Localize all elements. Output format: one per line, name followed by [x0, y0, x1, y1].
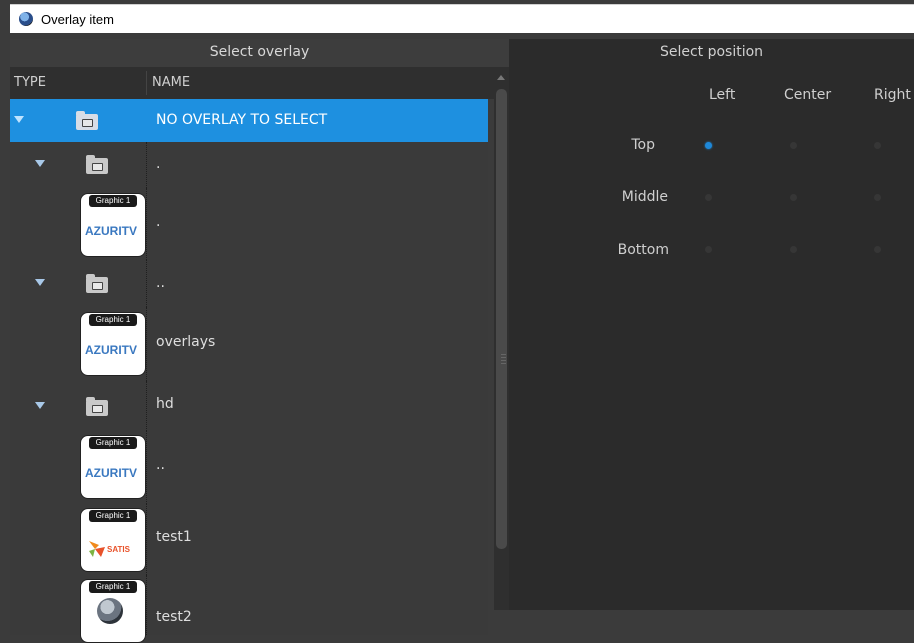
- title-bar-inner: Overlay item: [10, 4, 914, 33]
- graphic-badge: Graphic 1: [89, 195, 137, 207]
- graphic-thumbnail: Graphic 1 AZURITV: [80, 312, 146, 376]
- type-cell: [10, 142, 147, 188]
- position-bottom-left-radio[interactable]: [705, 246, 712, 253]
- type-cell: Graphic 1 AZURITV: [10, 188, 147, 260]
- graphic-thumbnail: Graphic 1 SATIS: [80, 508, 146, 572]
- title-bar: Overlay item: [0, 0, 914, 33]
- item-name: hd: [156, 396, 174, 412]
- type-cell: [10, 99, 146, 142]
- azuritv-logo: AZURITV: [85, 343, 137, 357]
- vertical-scrollbar[interactable]: [494, 67, 509, 610]
- expand-arrow-icon[interactable]: [35, 402, 45, 409]
- list-item[interactable]: Graphic 1 test2: [10, 575, 488, 643]
- type-cell: Graphic 1: [10, 575, 147, 643]
- row-bottom-label: Bottom: [617, 242, 669, 258]
- folder-icon: [86, 155, 108, 174]
- item-name: ..: [156, 275, 165, 291]
- item-name: NO OVERLAY TO SELECT: [156, 112, 328, 128]
- item-name: test1: [156, 529, 192, 545]
- scroll-up-icon[interactable]: [497, 75, 505, 80]
- expand-arrow-icon[interactable]: [35, 160, 45, 167]
- azuritv-logo: AZURITV: [85, 466, 137, 480]
- position-panel-header: Select position: [659, 44, 764, 60]
- column-type-header[interactable]: TYPE: [14, 75, 46, 90]
- satis-logo: SATIS: [89, 541, 131, 557]
- type-cell: Graphic 1 AZURITV: [10, 431, 147, 504]
- folder-icon: [86, 274, 108, 293]
- position-middle-center-radio[interactable]: [790, 194, 797, 201]
- item-name: ..: [156, 457, 165, 473]
- row-top-label: Top: [631, 137, 655, 153]
- list-item[interactable]: ..: [10, 260, 488, 308]
- graphic-thumbnail: Graphic 1 AZURITV: [80, 193, 146, 257]
- column-center-label: Center: [784, 87, 832, 103]
- type-cell: [10, 260, 147, 307]
- list-item[interactable]: Graphic 1 AZURITV overlays: [10, 307, 488, 382]
- column-name-header[interactable]: NAME: [152, 75, 190, 90]
- position-middle-right-radio[interactable]: [874, 194, 881, 201]
- graphic-badge: Graphic 1: [89, 314, 137, 326]
- list-item[interactable]: Graphic 1 AZURITV .: [10, 188, 488, 261]
- type-cell: Graphic 1 AZURITV: [10, 307, 147, 381]
- item-name: overlays: [156, 334, 216, 350]
- row-middle-label: Middle: [621, 189, 668, 205]
- list-item[interactable]: hd: [10, 381, 488, 432]
- expand-arrow-icon[interactable]: [14, 116, 24, 123]
- graphic-badge: Graphic 1: [89, 437, 137, 449]
- position-top-right-radio[interactable]: [874, 142, 881, 149]
- scroll-grip-icon: [501, 354, 506, 366]
- expand-arrow-icon[interactable]: [35, 279, 45, 286]
- azuritv-logo: AZURITV: [85, 224, 137, 238]
- graphic-thumbnail: Graphic 1 AZURITV: [80, 435, 146, 499]
- position-bottom-right-radio[interactable]: [874, 246, 881, 253]
- window-title: Overlay item: [41, 11, 114, 27]
- item-name: .: [156, 156, 161, 172]
- list-item[interactable]: Graphic 1 SATIS test1: [10, 504, 488, 576]
- globe-logo-icon: [97, 598, 123, 624]
- item-name: .: [156, 214, 161, 230]
- type-cell: Graphic 1 SATIS: [10, 504, 147, 575]
- position-bottom-center-radio[interactable]: [790, 246, 797, 253]
- list-item[interactable]: Graphic 1 AZURITV ..: [10, 431, 488, 505]
- column-right-label: Right: [874, 87, 911, 103]
- position-panel: Select position Left Center Right Top Mi…: [509, 39, 914, 610]
- overlay-panel: Select overlay TYPE NAME NO OVERLAY TO S…: [10, 39, 509, 643]
- position-middle-left-radio[interactable]: [705, 194, 712, 201]
- list-item[interactable]: .: [10, 142, 488, 189]
- svg-text:SATIS: SATIS: [107, 545, 131, 554]
- overlay-panel-header: Select overlay: [10, 39, 509, 67]
- column-left-label: Left: [709, 87, 736, 103]
- scrollbar-thumb[interactable]: [496, 89, 507, 549]
- item-name: test2: [156, 609, 192, 625]
- graphic-badge: Graphic 1: [89, 581, 137, 593]
- position-top-left-radio[interactable]: [705, 142, 712, 149]
- graphic-thumbnail: Graphic 1: [80, 579, 146, 643]
- column-header: TYPE NAME: [10, 67, 496, 99]
- position-top-center-radio[interactable]: [790, 142, 797, 149]
- folder-icon: [86, 397, 108, 416]
- list-item[interactable]: NO OVERLAY TO SELECT: [10, 99, 488, 143]
- globe-app-icon: [19, 12, 33, 26]
- column-separator[interactable]: [146, 71, 147, 95]
- graphic-badge: Graphic 1: [89, 510, 137, 522]
- folder-icon: [76, 111, 98, 130]
- type-cell: [10, 381, 147, 431]
